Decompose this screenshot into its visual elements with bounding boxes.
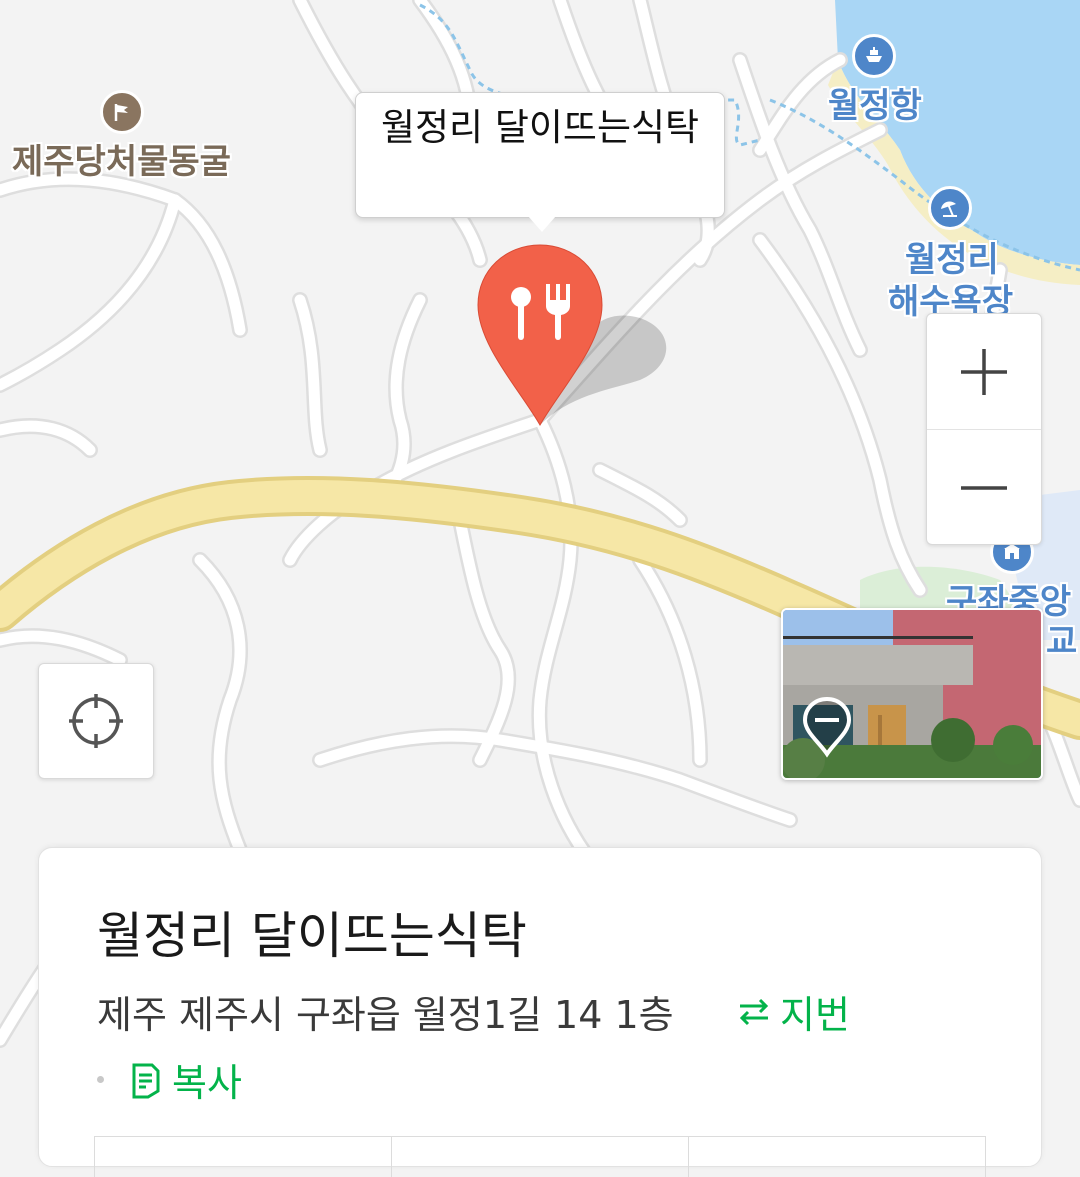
copy-label: 복사 (172, 1061, 242, 1105)
tab-divider (94, 1137, 95, 1177)
ferry-icon (852, 34, 896, 78)
zoom-in-button[interactable] (927, 314, 1041, 429)
callout-label: 월정리 달이뜨는식탁 (380, 106, 700, 149)
callout-tail (528, 216, 556, 232)
place-address: 제주 제주시 구좌읍 월정1길 14 1층 (97, 993, 674, 1037)
tab-divider (688, 1137, 689, 1177)
tab-divider (985, 1137, 986, 1177)
plus-icon (961, 348, 1007, 395)
crosshair-icon (69, 694, 123, 748)
copy-document-icon (132, 1063, 160, 1098)
poi-label-port[interactable]: 월정항 (828, 78, 922, 127)
swap-arrows-icon (739, 998, 769, 1025)
zoom-out-button[interactable] (927, 430, 1041, 545)
marker-callout[interactable]: 월정리 달이뜨는식탁 (355, 92, 725, 218)
current-location-button[interactable] (38, 663, 154, 779)
flag-icon (100, 90, 144, 134)
place-info-card[interactable]: 월정리 달이뜨는식탁 제주 제주시 구좌읍 월정1길 14 1층 지번 복사 (38, 847, 1042, 1177)
street-view-pin-icon (802, 696, 852, 758)
place-title[interactable]: 월정리 달이뜨는식탁 (97, 896, 527, 968)
poi-label-cave[interactable]: 제주당처물동굴 (12, 134, 231, 183)
beach-umbrella-icon (928, 186, 972, 230)
card-action-tabs (94, 1136, 986, 1177)
jibun-label: 지번 (780, 993, 850, 1037)
copy-address-button[interactable]: 복사 (97, 1052, 242, 1107)
zoom-control (926, 313, 1042, 545)
bullet-dot (97, 1076, 104, 1083)
tab-divider (391, 1137, 392, 1177)
minus-icon (961, 485, 1007, 490)
jibun-toggle-button[interactable]: 지번 (736, 984, 850, 1039)
street-view-thumbnail[interactable] (781, 608, 1043, 780)
poi-label-school-line2[interactable]: 교 (1046, 614, 1077, 663)
